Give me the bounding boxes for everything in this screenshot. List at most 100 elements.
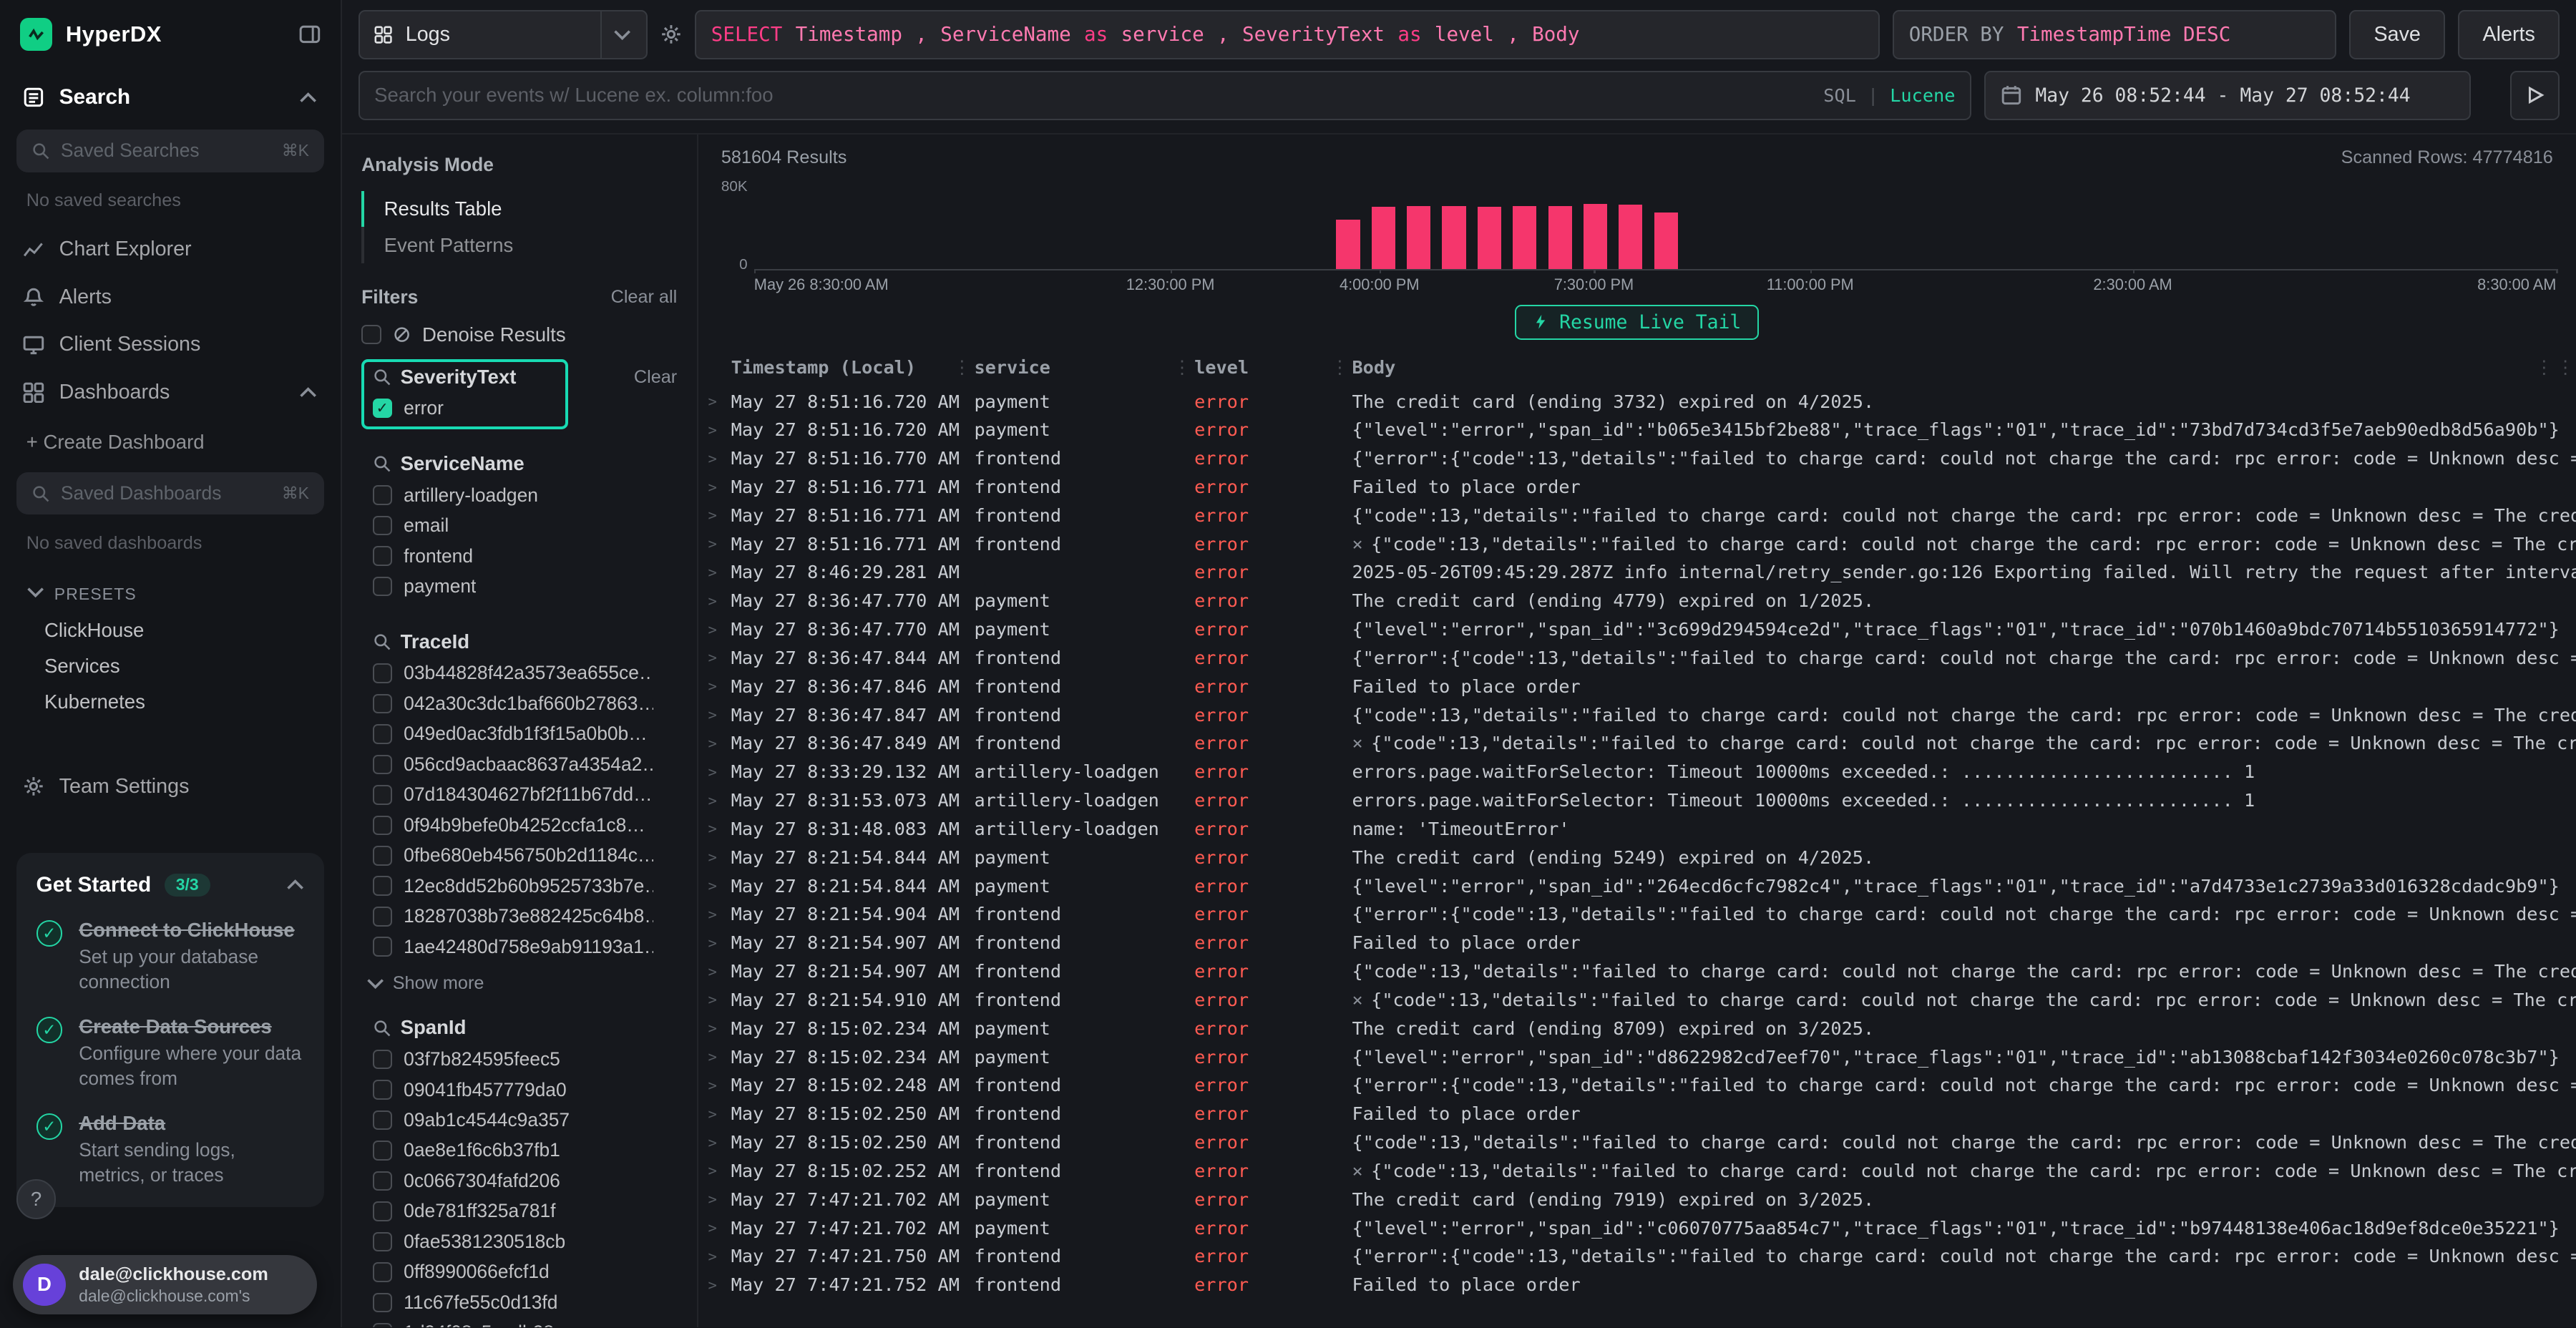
log-row[interactable]: >May 27 8:51:16.771 AMfrontenderrorFaile… xyxy=(698,473,2576,502)
log-row[interactable]: >May 27 8:15:02.248 AMfrontenderror{"err… xyxy=(698,1071,2576,1100)
save-button[interactable]: Save xyxy=(2349,10,2445,59)
facet-value[interactable]: 09041fb457779da0 xyxy=(373,1075,570,1105)
sidebar-item-client-sessions[interactable]: Client Sessions xyxy=(0,321,341,369)
row-expand-chevron[interactable]: > xyxy=(708,849,731,866)
histogram-bar[interactable] xyxy=(1372,207,1395,269)
chevron-up-icon[interactable] xyxy=(299,384,317,401)
facet-checkbox[interactable] xyxy=(373,846,393,866)
histogram-bar[interactable] xyxy=(1336,220,1360,269)
facet-value[interactable]: 07d184304627bf2f11b67dd… xyxy=(373,780,654,810)
histogram-bar[interactable] xyxy=(1584,204,1607,269)
row-expand-chevron[interactable]: > xyxy=(708,1020,731,1037)
search-input[interactable] xyxy=(374,84,1810,107)
row-expand-chevron[interactable]: > xyxy=(708,991,731,1008)
facet-checkbox[interactable] xyxy=(373,755,393,775)
log-row[interactable]: >May 27 8:51:16.771 AMfrontenderror×{"co… xyxy=(698,529,2576,558)
facet-value[interactable]: 09ab1c4544c9a357 xyxy=(373,1105,570,1135)
log-row[interactable]: >May 27 8:21:54.910 AMfrontenderror×{"co… xyxy=(698,986,2576,1015)
facet-value[interactable]: frontend xyxy=(373,541,557,571)
facet-value[interactable]: 03b44828f42a3573ea655ce… xyxy=(373,658,654,688)
row-expand-chevron[interactable]: > xyxy=(708,649,731,666)
show-more-button[interactable]: Show more xyxy=(361,968,677,994)
facet-value[interactable]: 0fbe680eb456750b2d1184c… xyxy=(373,841,654,871)
facet-value[interactable]: 0ae8e1f6c6b37fb1 xyxy=(373,1136,570,1166)
alerts-button[interactable]: Alerts xyxy=(2458,10,2560,59)
log-row[interactable]: >May 27 8:21:54.907 AMfrontenderror{"cod… xyxy=(698,957,2576,986)
facet-checkbox[interactable] xyxy=(373,546,393,566)
row-expand-chevron[interactable]: > xyxy=(708,1248,731,1265)
row-expand-chevron[interactable]: > xyxy=(708,906,731,923)
row-expand-chevron[interactable]: > xyxy=(708,564,731,581)
facet-value[interactable]: payment xyxy=(373,571,557,601)
row-expand-chevron[interactable]: > xyxy=(708,479,731,496)
lucene-mode-option[interactable]: Lucene xyxy=(1890,85,1955,106)
facet-value[interactable]: ✓error xyxy=(373,393,557,423)
row-expand-chevron[interactable]: > xyxy=(708,1219,731,1236)
date-range-picker[interactable]: May 26 08:52:44 - May 27 08:52:44 xyxy=(1984,71,2471,120)
row-expand-chevron[interactable]: > xyxy=(708,820,731,837)
row-expand-chevron[interactable]: > xyxy=(708,877,731,894)
facet-checkbox[interactable] xyxy=(373,1110,393,1131)
log-row[interactable]: >May 27 8:31:48.083 AMartillery-loadgene… xyxy=(698,815,2576,844)
log-row[interactable]: >May 27 8:36:47.846 AMfrontenderrorFaile… xyxy=(698,672,2576,700)
histogram-bar[interactable] xyxy=(1478,207,1501,269)
help-button[interactable]: ? xyxy=(16,1179,56,1219)
facet-value[interactable]: 03f7b824595feec5 xyxy=(373,1044,570,1074)
log-row[interactable]: >May 27 7:47:21.702 AMpaymenterror{"leve… xyxy=(698,1214,2576,1242)
histogram-bar[interactable] xyxy=(1513,206,1536,269)
resume-live-tail-button[interactable]: Resume Live Tail xyxy=(1515,305,1759,340)
user-menu[interactable]: D dale@clickhouse.com dale@clickhouse.co… xyxy=(13,1255,317,1314)
row-expand-chevron[interactable]: > xyxy=(708,1077,731,1094)
log-row[interactable]: >May 27 8:36:47.770 AMpaymenterrorThe cr… xyxy=(698,587,2576,615)
facet-checkbox[interactable] xyxy=(373,816,393,836)
facet-checkbox[interactable] xyxy=(373,1323,393,1327)
histogram-bar[interactable] xyxy=(1619,205,1642,269)
log-row[interactable]: >May 27 8:36:47.770 AMpaymenterror{"leve… xyxy=(698,615,2576,644)
facet-value[interactable]: 12ec8dd52b60b9525733b7e… xyxy=(373,871,654,901)
sql-query-input[interactable]: SELECT Timestamp, ServiceName as service… xyxy=(695,10,1880,59)
order-by-input[interactable]: ORDER BY TimestampTime DESC xyxy=(1893,10,2336,59)
facet-checkbox[interactable] xyxy=(373,1050,393,1070)
facet-checkbox[interactable] xyxy=(373,694,393,714)
facet-checkbox[interactable] xyxy=(373,1201,393,1221)
facet-checkbox[interactable] xyxy=(373,663,393,683)
chevron-up-icon[interactable] xyxy=(286,876,304,894)
facet-value[interactable]: 042a30c3dc1baf660b27863… xyxy=(373,688,654,718)
log-row[interactable]: >May 27 8:51:16.720 AMpaymenterrorThe cr… xyxy=(698,387,2576,416)
facet-checkbox[interactable] xyxy=(373,577,393,597)
source-select[interactable]: Logs xyxy=(358,10,648,59)
column-header-body[interactable]: Body xyxy=(1352,357,2556,378)
sidebar-item-chart-explorer[interactable]: Chart Explorer xyxy=(0,225,341,273)
log-row[interactable]: >May 27 8:21:54.904 AMfrontenderror{"err… xyxy=(698,900,2576,929)
histogram-bar[interactable] xyxy=(1407,206,1430,269)
facet-checkbox[interactable] xyxy=(373,937,393,957)
analysis-mode-results-table[interactable]: Results Table xyxy=(361,191,677,227)
facet-checkbox[interactable] xyxy=(373,907,393,927)
log-row[interactable]: >May 27 8:36:47.849 AMfrontenderror×{"co… xyxy=(698,729,2576,758)
log-row[interactable]: >May 27 8:21:54.844 AMpaymenterrorThe cr… xyxy=(698,843,2576,872)
log-row[interactable]: >May 27 8:15:02.250 AMfrontenderror{"cod… xyxy=(698,1128,2576,1157)
log-row[interactable]: >May 27 7:47:21.752 AMfrontenderrorFaile… xyxy=(698,1271,2576,1299)
log-row[interactable]: >May 27 8:15:02.250 AMfrontenderrorFaile… xyxy=(698,1100,2576,1128)
facet-value[interactable]: 049ed0ac3fdb1f3f15a0b0b… xyxy=(373,719,654,749)
get-started-step[interactable]: ✓ Add Data Start sending logs, metrics, … xyxy=(36,1112,305,1187)
sidebar-item-search[interactable]: Search xyxy=(0,69,341,122)
row-expand-chevron[interactable]: > xyxy=(708,934,731,952)
log-row[interactable]: >May 27 8:21:54.907 AMfrontenderrorFaile… xyxy=(698,929,2576,957)
facet-checkbox[interactable] xyxy=(373,485,393,505)
run-query-button[interactable] xyxy=(2510,71,2560,120)
facet-checkbox[interactable] xyxy=(373,785,393,805)
get-started-step[interactable]: ✓ Create Data Sources Configure where yo… xyxy=(36,1015,305,1090)
source-settings-gear-icon[interactable] xyxy=(660,24,682,45)
facet-value[interactable]: 1d94f08c5acdb28e xyxy=(373,1318,570,1328)
histogram-bar[interactable] xyxy=(1442,206,1465,269)
log-row[interactable]: >May 27 8:15:02.234 AMpaymenterrorThe cr… xyxy=(698,1014,2576,1043)
facet-value[interactable]: artillery-loadgen xyxy=(373,480,557,510)
saved-searches-input[interactable]: Saved Searches ⌘K xyxy=(16,130,324,172)
log-row[interactable]: >May 27 8:15:02.234 AMpaymenterror{"leve… xyxy=(698,1043,2576,1071)
facet-value[interactable]: 0ff8990066efcf1d xyxy=(373,1257,570,1287)
log-row[interactable]: >May 27 8:33:29.132 AMartillery-loadgene… xyxy=(698,758,2576,786)
facet-checkbox[interactable] xyxy=(373,1141,393,1161)
facet-value[interactable]: 0c0667304fafd206 xyxy=(373,1166,570,1196)
log-row[interactable]: >May 27 8:36:47.844 AMfrontenderror{"err… xyxy=(698,644,2576,673)
